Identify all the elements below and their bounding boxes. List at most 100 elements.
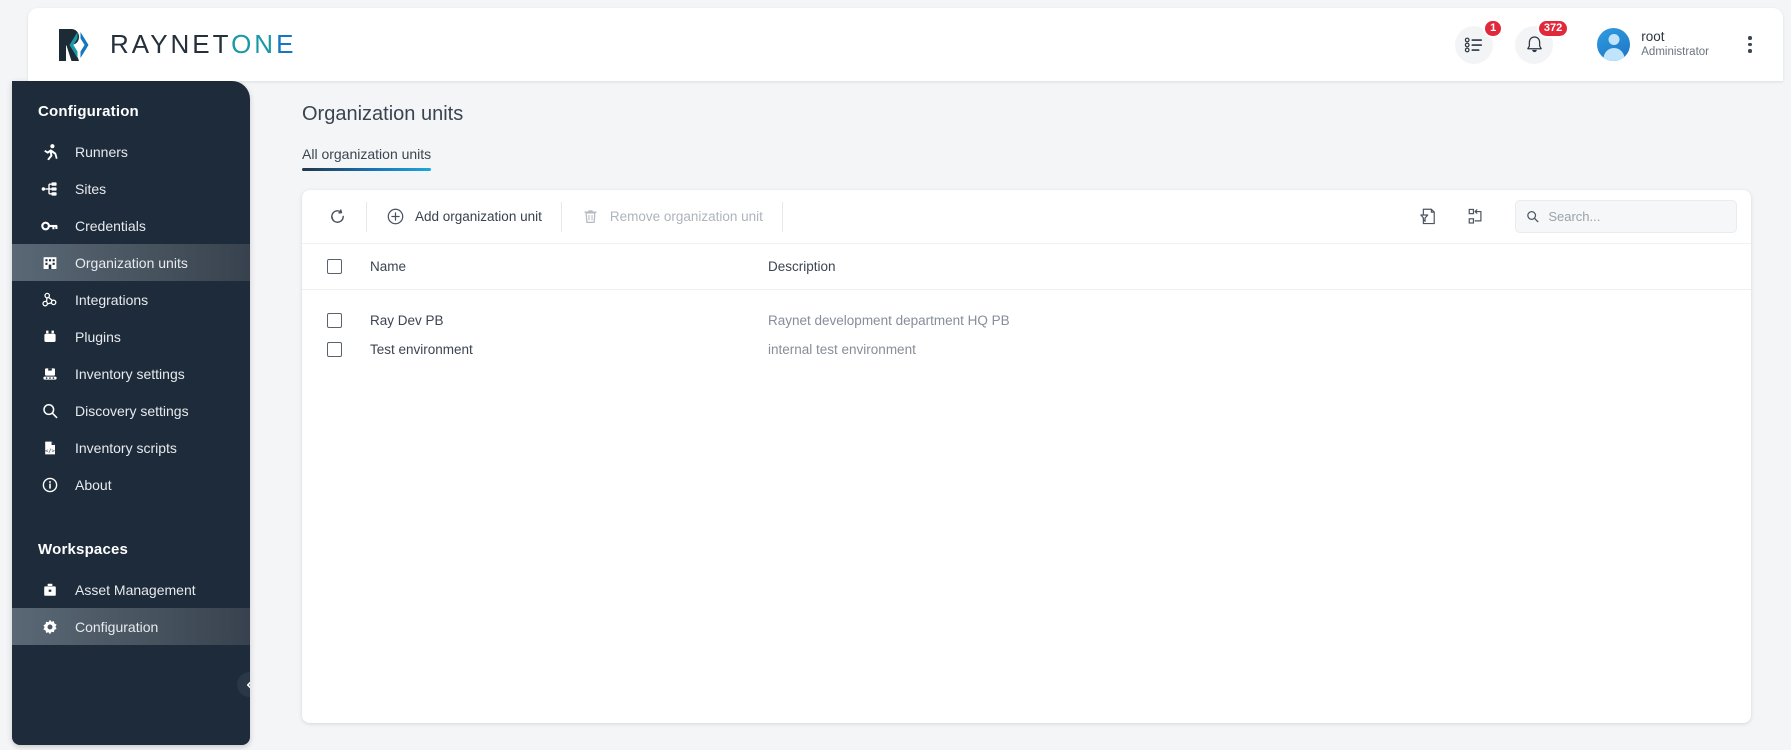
spacer-row: [302, 289, 1751, 306]
export-filter-button[interactable]: [1413, 202, 1443, 232]
row-name: Test environment: [370, 342, 473, 357]
search-input[interactable]: [1548, 209, 1726, 224]
column-settings-icon: [1468, 208, 1481, 224]
sidebar-item-discovery-settings[interactable]: Discovery settings: [12, 392, 250, 429]
row-name: Ray Dev PB: [370, 313, 444, 328]
logo-text-dark: RAYNET: [110, 29, 232, 59]
sidebar-item-label: Inventory scripts: [75, 439, 177, 456]
tab-label: All organization units: [302, 146, 432, 162]
search-box[interactable]: [1515, 200, 1737, 233]
tasks-badge: 1: [1483, 18, 1504, 38]
tab-all-organization-units[interactable]: All organization units: [302, 146, 432, 171]
sidebar-item-credentials[interactable]: Credentials: [12, 207, 250, 244]
sidebar-item-label: Asset Management: [75, 581, 196, 598]
sidebar-item-inventory-settings[interactable]: Inventory settings: [12, 355, 250, 392]
header-overflow-menu-button[interactable]: [1739, 30, 1761, 60]
column-header-name[interactable]: Name: [370, 244, 768, 290]
sidebar-item-integrations[interactable]: Integrations: [12, 281, 250, 318]
select-all-header: [302, 244, 370, 290]
sidebar-item-configuration[interactable]: Configuration: [12, 608, 250, 645]
sidebar-item-label: Runners: [75, 143, 128, 160]
page-title: Organization units: [302, 103, 464, 125]
column-header-description[interactable]: Description: [768, 244, 1751, 290]
sidebar-item-label: Inventory settings: [75, 365, 185, 382]
info-circle-icon: [39, 475, 61, 495]
sidebar-item-inventory-scripts[interactable]: </> Inventory scripts: [12, 429, 250, 466]
inventory-settings-icon: [39, 364, 61, 384]
column-settings-button[interactable]: [1461, 202, 1491, 232]
script-file-icon: </>: [39, 438, 61, 458]
logo-text-blue: E: [276, 29, 297, 59]
chevron-left-icon: [246, 680, 250, 689]
sitemap-icon: [39, 179, 61, 199]
user-name: root: [1641, 29, 1665, 44]
sidebar-item-label: About: [75, 476, 112, 493]
user-menu[interactable]: root Administrator: [1597, 28, 1709, 61]
toolbar-separator: [781, 201, 783, 232]
row-checkbox[interactable]: [327, 313, 342, 328]
sidebar-item-plugins[interactable]: Plugins: [12, 318, 250, 355]
magnifier-icon: [39, 401, 61, 421]
logo-text-teal: ON: [231, 29, 277, 59]
table-row[interactable]: Test environment internal test environme…: [302, 335, 1751, 364]
notifications-button[interactable]: 372: [1515, 18, 1570, 64]
sidebar-item-label: Credentials: [75, 217, 146, 234]
sidebar-collapse-button[interactable]: [237, 672, 250, 697]
svg-text:</>: </>: [45, 448, 55, 454]
remove-organization-unit-label: Remove organization unit: [609, 209, 763, 224]
organization-units-table: Name Description Ray Dev PB Raynet devel…: [302, 244, 1751, 364]
notifications-badge: 372: [1536, 18, 1570, 38]
select-all-checkbox[interactable]: [327, 258, 342, 274]
add-organization-unit-button[interactable]: Add organization unit: [376, 200, 552, 234]
sidebar-section-title-configuration: Configuration: [38, 103, 139, 120]
sidebar: Configuration Runners Sites Credentials …: [12, 81, 250, 745]
integrations-icon: [39, 290, 61, 310]
refresh-icon: [331, 209, 344, 223]
add-organization-unit-label: Add organization unit: [415, 209, 542, 224]
sidebar-item-asset-management[interactable]: Asset Management: [12, 571, 250, 608]
filter-document-icon: [1419, 208, 1435, 225]
gear-icon: [39, 617, 61, 637]
content-card: Add organization unit Remove organizatio…: [302, 190, 1751, 723]
sidebar-item-label: Configuration: [75, 618, 159, 635]
sidebar-item-organization-units[interactable]: Organization units: [12, 244, 250, 281]
vertical-dots-icon: [1748, 36, 1752, 40]
header-actions: 1 372 root Administrator: [1455, 18, 1761, 64]
briefcase-icon: [39, 580, 61, 600]
brand-wordmark: RAYNETONE: [110, 29, 296, 60]
refresh-button[interactable]: [318, 200, 357, 234]
sidebar-item-about[interactable]: About: [12, 466, 250, 503]
row-description: internal test environment: [768, 342, 916, 357]
application-root: RAYNETONE 1 372 root Administrator Confi…: [0, 0, 1791, 750]
plus-circle-icon: [387, 208, 404, 225]
sidebar-item-label: Sites: [75, 180, 107, 197]
runner-icon: [39, 142, 61, 162]
toolbar-right-actions: [1413, 200, 1737, 233]
table-row[interactable]: Ray Dev PB Raynet development department…: [302, 306, 1751, 335]
row-select-cell: [302, 335, 370, 364]
sidebar-item-label: Organization units: [75, 254, 188, 271]
sidebar-item-label: Integrations: [75, 291, 149, 308]
row-select-cell: [302, 306, 370, 335]
table-container: Name Description Ray Dev PB Raynet devel…: [302, 244, 1751, 723]
tasks-button[interactable]: 1: [1455, 18, 1504, 64]
sidebar-section-title-workspaces: Workspaces: [38, 541, 129, 558]
table-toolbar: Add organization unit Remove organizatio…: [302, 190, 1751, 244]
row-checkbox[interactable]: [327, 342, 342, 357]
sidebar-item-label: Plugins: [75, 328, 121, 345]
app-header: RAYNETONE 1 372 root Administrator: [28, 8, 1783, 81]
sidebar-item-sites[interactable]: Sites: [12, 170, 250, 207]
tab-bar: All organization units: [302, 146, 1751, 171]
toolbar-separator: [366, 201, 367, 232]
toolbar-separator: [560, 201, 562, 232]
sidebar-item-label: Discovery settings: [75, 402, 189, 419]
building-icon: [39, 253, 61, 273]
main-content: Organization units All organization unit…: [250, 81, 1783, 744]
task-list-icon: [1465, 37, 1483, 52]
remove-organization-unit-button[interactable]: Remove organization unit: [571, 200, 773, 234]
avatar: [1597, 28, 1631, 61]
sidebar-item-runners[interactable]: Runners: [12, 133, 250, 170]
raynet-bracket-logo-icon: [59, 28, 89, 61]
trash-icon: [584, 210, 597, 224]
brand-logo[interactable]: RAYNETONE: [55, 25, 296, 65]
